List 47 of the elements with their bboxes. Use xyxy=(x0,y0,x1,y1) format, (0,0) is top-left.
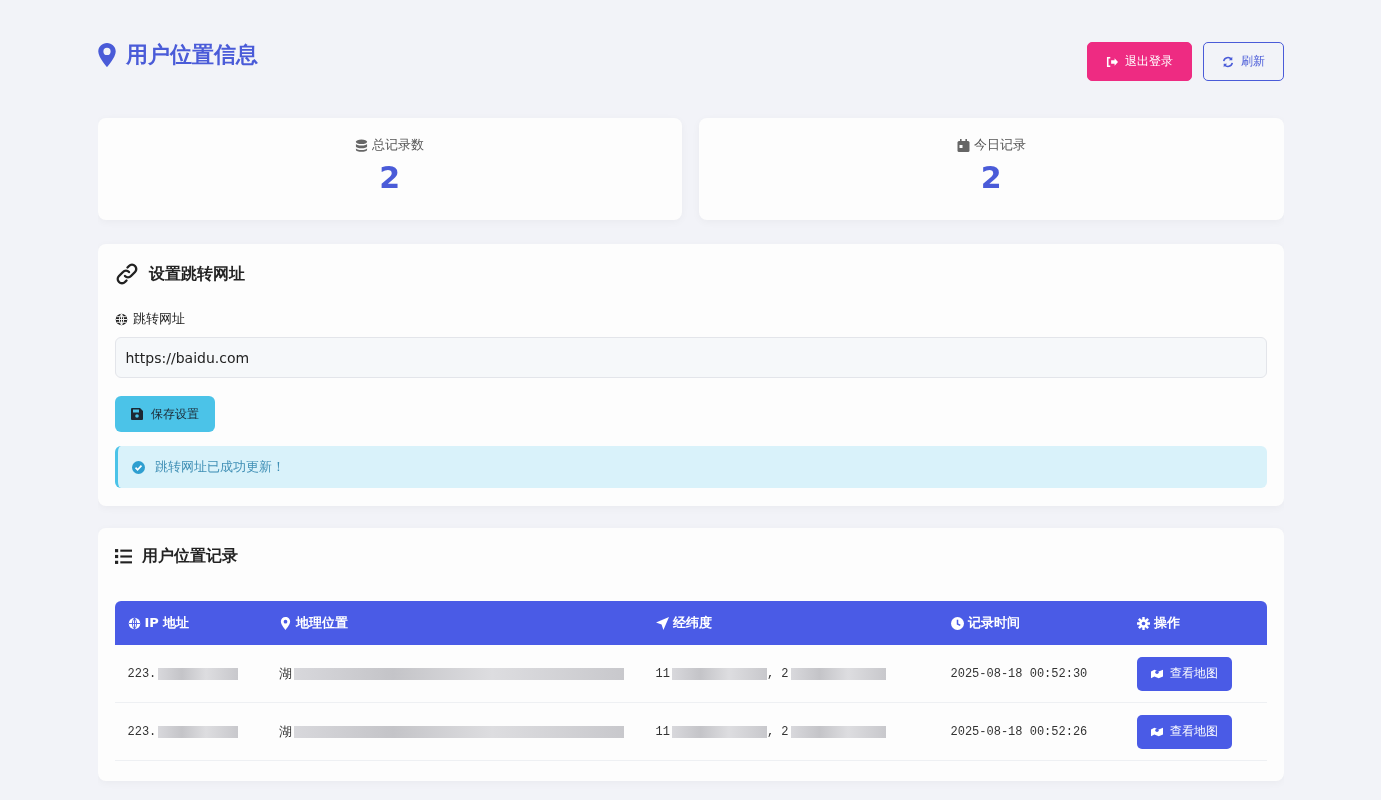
column-header: 记录时间 xyxy=(967,614,1020,632)
location-text: 湖 xyxy=(278,664,292,683)
stat-label: 今日记录 xyxy=(973,136,1026,154)
settings-icon xyxy=(1136,616,1150,630)
clock-icon xyxy=(950,616,964,630)
map-icon xyxy=(1150,725,1163,738)
ip-address: 223. xyxy=(127,666,157,681)
coordinate-text: 11 xyxy=(655,666,670,681)
record-time: 2025-08-18 00:52:26 xyxy=(950,724,1088,739)
coordinate-text: 11 xyxy=(655,724,670,739)
section-title: 用户位置记录 xyxy=(141,546,238,567)
map-icon xyxy=(1150,667,1163,680)
location-pin-icon xyxy=(278,616,292,630)
link-icon xyxy=(114,262,139,286)
stat-label: 总记录数 xyxy=(372,136,425,154)
column-header: 经纬度 xyxy=(672,614,712,632)
list-icon xyxy=(114,549,132,564)
refresh-button[interactable]: 刷新 xyxy=(1202,42,1284,81)
globe-icon xyxy=(127,616,141,630)
column-header: 操作 xyxy=(1153,614,1180,632)
globe-icon xyxy=(114,312,128,326)
check-circle-icon xyxy=(131,460,145,474)
coordinate-text: , 2 xyxy=(766,724,789,739)
page-title: 用户位置信息 xyxy=(125,41,258,69)
logout-button[interactable]: 退出登录 xyxy=(1086,42,1192,81)
coordinate-text: , 2 xyxy=(766,666,789,681)
field-label: 跳转网址 xyxy=(132,310,185,328)
stat-value: 2 xyxy=(980,160,1002,195)
location-text: 湖 xyxy=(278,722,292,741)
column-header: IP 地址 xyxy=(144,614,190,632)
save-button[interactable]: 保存设置 xyxy=(114,396,215,432)
refresh-icon xyxy=(1221,55,1234,68)
alert-message: 跳转网址已成功更新！ xyxy=(154,458,285,476)
section-title: 设置跳转网址 xyxy=(148,263,245,285)
url-input-field[interactable]: https://baidu.com xyxy=(114,337,1267,378)
logout-icon xyxy=(1105,55,1118,68)
column-header: 地理位置 xyxy=(295,614,348,632)
location-pin-icon xyxy=(97,43,116,67)
record-time: 2025-08-18 00:52:30 xyxy=(950,666,1088,681)
database-icon xyxy=(355,138,369,152)
save-icon xyxy=(130,408,143,420)
stat-value: 2 xyxy=(379,160,401,195)
view-map-button[interactable]: 查看地图 xyxy=(1136,656,1232,691)
ip-address: 223. xyxy=(127,724,157,739)
location-arrow-icon xyxy=(655,616,669,630)
view-map-button[interactable]: 查看地图 xyxy=(1136,714,1232,749)
calendar-icon xyxy=(956,138,970,152)
